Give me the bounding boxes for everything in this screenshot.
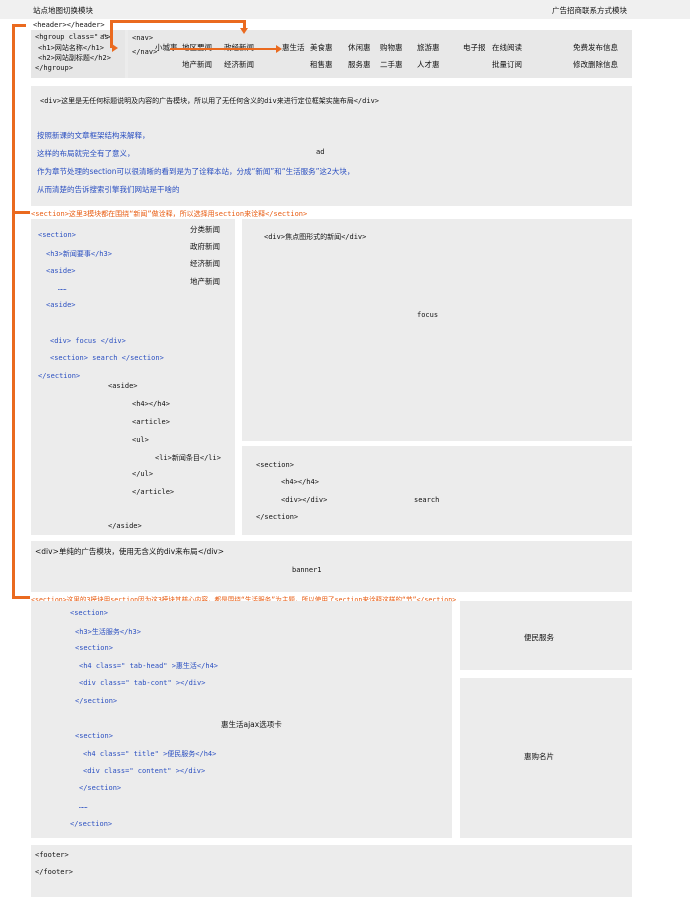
header-tag-label: <header></header> (33, 21, 105, 29)
news-menu-category[interactable]: 分类新闻 (190, 224, 220, 235)
news-code-2: <aside> (46, 267, 76, 275)
nav-item-rent[interactable]: 租售惠 (310, 59, 333, 70)
news-code-4: <aside> (46, 301, 76, 309)
nav-item-e-paper[interactable]: 电子报 (463, 42, 486, 53)
search-code-1: <h4></h4> (281, 478, 319, 486)
news-menu-government[interactable]: 政府新闻 (190, 241, 220, 252)
top-bar: 站点地图切换模块 广告招商联系方式模块 (0, 0, 690, 19)
nav-item-shopping[interactable]: 购物惠 (380, 42, 403, 53)
card-label: 惠购名片 (524, 752, 554, 761)
nav-item-talent[interactable]: 人才惠 (417, 59, 440, 70)
life-center-label: 惠生活ajax选项卡 (221, 720, 282, 729)
news-code-0: <section> (38, 231, 76, 239)
hgroup-h1: <h1>网站名称</h1> (38, 44, 104, 52)
focus-title: <div>焦点图形式的新闻</div> (264, 233, 367, 241)
news-code-5: <div> focus </div> (50, 337, 126, 345)
annotation-arrow-down (240, 28, 248, 34)
aside-code-5: </ul> (132, 470, 154, 478)
life-code-11: </section> (70, 820, 113, 828)
aside-code-7: </aside> (108, 522, 142, 530)
focus-label: focus (417, 311, 439, 319)
search-code-2: <div></div> (281, 496, 328, 504)
nav-item-economy-news[interactable]: 经济新闻 (224, 59, 254, 70)
news-code-6: <section> search </section> (50, 354, 164, 362)
intro-line-1: <div>这里是无任何标题说明及内容的广告模块，所以用了无任何含义的div来进行… (40, 97, 379, 105)
nav-item-read-online[interactable]: 在线阅读 (492, 42, 522, 53)
life-code-9: </section> (79, 784, 122, 792)
nav-item-food[interactable]: 美食惠 (310, 42, 333, 53)
intro-line-5: 从而清楚的告诉搜索引擎我们网站是干啥的 (37, 185, 180, 194)
nav-item-bulk-subscribe[interactable]: 批量订阅 (492, 59, 522, 70)
life-code-0: <section> (70, 609, 108, 617)
aside-code-3: <ul> (132, 436, 149, 444)
aside-code-4: <li>新闻条目</li> (155, 454, 221, 462)
search-box (242, 446, 632, 535)
life-code-7: <h4 class=" title" >便民服务</h4> (83, 750, 217, 758)
nav-open: <nav> (132, 34, 154, 42)
annotation-line-city-to-life (170, 48, 278, 50)
aside-code-0: <aside> (108, 382, 138, 390)
life-code-2: <section> (75, 644, 113, 652)
hgroup-close: </hgroup> (35, 64, 73, 72)
nav-box (128, 30, 632, 78)
search-code-0: <section> (256, 461, 294, 469)
hgroup-attr: as (100, 33, 109, 41)
intro-ad-label: ad (316, 148, 325, 156)
footer-box (31, 845, 632, 897)
nav-item-property-news[interactable]: 地产新闻 (182, 59, 212, 70)
footer-open: <footer> (35, 851, 69, 859)
intro-line-4: 作为章节处理的section可以很清晰的看到是为了诠释本站，分成“新闻”和“生活… (37, 167, 355, 176)
search-code-3: </section> (256, 513, 299, 521)
life-code-6: <section> (75, 732, 113, 740)
focus-box (242, 219, 632, 441)
intro-line-3: 这样的布局就完全有了意义， (37, 149, 135, 158)
aside-code-2: <article> (132, 418, 170, 426)
annotation-line-to-section1 (12, 211, 30, 214)
nav-item-service[interactable]: 服务惠 (348, 59, 371, 70)
life-code-3: <h4 class=" tab-head" >惠生活</h4> (79, 662, 219, 670)
nav-item-travel[interactable]: 旅游惠 (417, 42, 440, 53)
banner-label: banner1 (292, 566, 322, 574)
life-code-8: <div class=" content" ></div> (83, 767, 206, 775)
annotation-arrow-right-nav (112, 44, 118, 52)
footer-close: </footer> (35, 868, 73, 876)
annotation-line-left-vertical (12, 24, 15, 599)
nav-item-life[interactable]: 惠生活 (282, 42, 305, 53)
aside-code-1: <h4></h4> (132, 400, 170, 408)
ad-contact-link[interactable]: 广告招商联系方式模块 (552, 5, 627, 16)
nav-item-second-hand[interactable]: 二手惠 (380, 59, 403, 70)
service-label: 便民服务 (524, 633, 554, 642)
nav-item-edit-info[interactable]: 修改删除信息 (573, 59, 618, 70)
section1-note: <section>这里3模块都在围绕“新闻”做诠释，所以选择用section来诠… (31, 210, 308, 218)
news-menu-property[interactable]: 地产新闻 (190, 276, 220, 287)
hgroup-h2: <h2>网站副标题</h2> (38, 54, 111, 62)
life-code-1: <h3>生活服务</h3> (75, 628, 141, 636)
nav-item-leisure[interactable]: 休闲惠 (348, 42, 371, 53)
nav-item-post-info[interactable]: 免费发布信息 (573, 42, 618, 53)
news-code-1: <h3>新闻要事</h3> (46, 250, 112, 258)
banner-title: <div>单纯的广告模块，使用无含义的div来布局</div> (35, 547, 225, 556)
search-label: search (414, 496, 440, 504)
news-menu-economy[interactable]: 经济新闻 (190, 258, 220, 269)
intro-line-2: 按照新课的文章框架结构来解释， (37, 131, 150, 140)
aside-code-6: </article> (132, 488, 175, 496)
news-code-7: </section> (38, 372, 81, 380)
news-code-3: …… (58, 284, 67, 292)
life-code-4: <div class=" tab-cont" ></div> (79, 679, 206, 687)
site-map-switch-link[interactable]: 站点地图切换模块 (33, 5, 93, 16)
annotation-line-to-section2 (12, 596, 30, 599)
annotation-line-top-horizontal (110, 20, 245, 23)
nav-close: </nav> (132, 48, 158, 56)
life-code-5: </section> (75, 697, 118, 705)
annotation-arrow-right-life (276, 45, 282, 53)
life-code-10: …… (79, 802, 88, 810)
